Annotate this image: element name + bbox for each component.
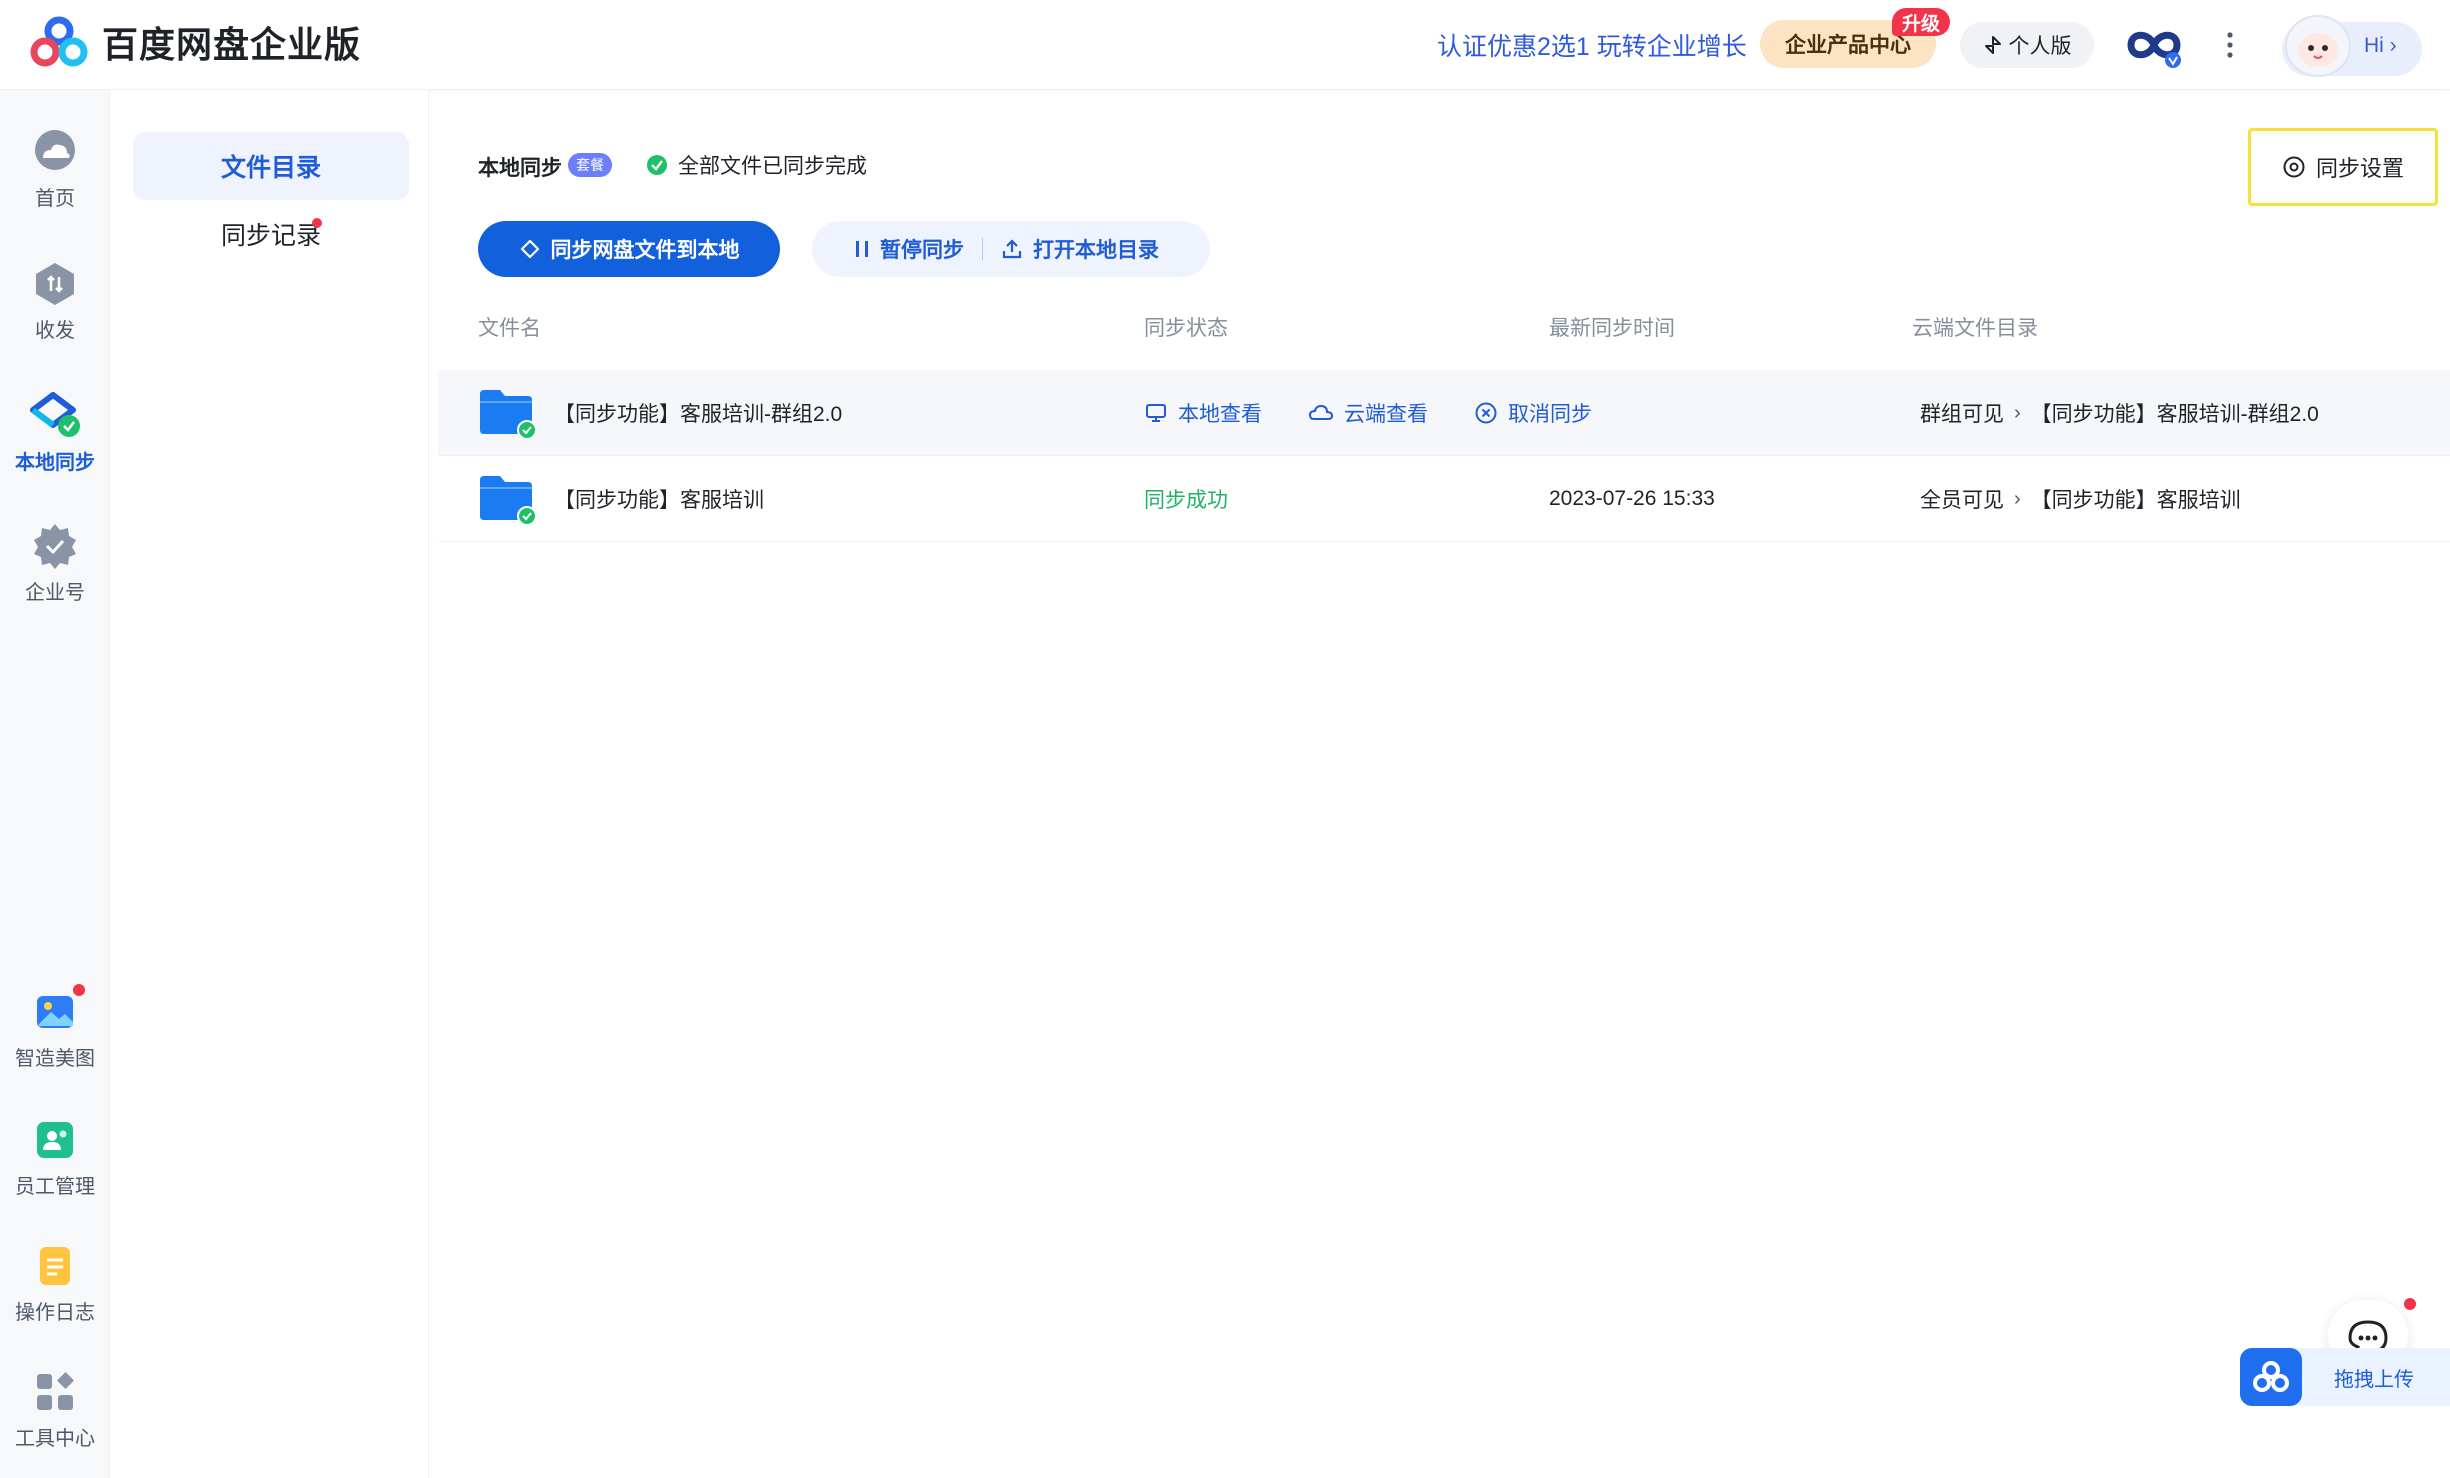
brand-name: 百度网盘企业版 bbox=[102, 24, 362, 65]
rail-label-home: 首页 bbox=[35, 188, 75, 210]
rail-label-enterprise: 企业号 bbox=[25, 582, 85, 604]
monitor-icon bbox=[1146, 404, 1166, 422]
pause-sync-label: 暂停同步 bbox=[880, 239, 964, 262]
subnav-sync-records[interactable]: 同步记录 bbox=[133, 200, 409, 268]
hi-label: Hi › bbox=[2364, 34, 2397, 57]
sync-status: 全部文件已同步完成 bbox=[646, 150, 867, 180]
open-local-folder-label: 打开本地目录 bbox=[1033, 239, 1159, 262]
rail-label-transfer: 收发 bbox=[35, 320, 75, 342]
rail-item-home[interactable]: 首页 bbox=[0, 128, 110, 211]
cloud-folder-path[interactable]: 全员可见 › 【同步功能】客服培训 bbox=[1920, 456, 2241, 542]
package-tag: 套餐 bbox=[568, 153, 612, 177]
rail-item-log[interactable]: 操作日志 bbox=[0, 1242, 110, 1325]
rail-item-image-ai[interactable]: 智造美图 bbox=[0, 988, 110, 1071]
pause-icon bbox=[856, 241, 868, 257]
cloud-folder-name: 【同步功能】客服培训 bbox=[2030, 489, 2241, 512]
drag-upload-button[interactable]: 拖拽上传 bbox=[2240, 1348, 2450, 1406]
synced-folder-icon bbox=[480, 476, 537, 526]
promo-link[interactable]: 认证优惠2选1 玩转企业增长 bbox=[1437, 27, 1747, 63]
sync-control-group: 暂停同步 打开本地目录 bbox=[812, 221, 1210, 277]
rail-label-tools: 工具中心 bbox=[15, 1428, 95, 1450]
top-bar: 百度网盘企业版 认证优惠2选1 玩转企业增长 企业产品中心 升级 个人版 Hi … bbox=[0, 0, 2450, 90]
cloud-scope: 全员可见 bbox=[1920, 489, 2004, 512]
notification-dot bbox=[2404, 1298, 2416, 1310]
notification-dot bbox=[73, 984, 85, 996]
upload-logo-box bbox=[2240, 1348, 2302, 1406]
local-view-link[interactable]: 本地查看 bbox=[1144, 398, 1262, 428]
check-circle-icon bbox=[647, 155, 667, 175]
vip-infinity-icon[interactable] bbox=[2123, 20, 2185, 70]
pause-sync-button[interactable]: 暂停同步 bbox=[854, 234, 964, 264]
log-icon bbox=[40, 1247, 70, 1285]
cancel-sync-link[interactable]: 取消同步 bbox=[1474, 398, 1592, 428]
table-header: 文件名 同步状态 最新同步时间 云端文件目录 bbox=[478, 312, 2438, 342]
personal-edition-label: 个人版 bbox=[2008, 35, 2072, 58]
rail-item-tools[interactable]: 工具中心 bbox=[0, 1368, 110, 1451]
rail-label-log: 操作日志 bbox=[15, 1302, 95, 1324]
column-header-status: 同步状态 bbox=[1144, 317, 1228, 340]
upgrade-badge: 升级 bbox=[1892, 8, 1951, 36]
column-header-cloud-folder: 云端文件目录 bbox=[1912, 317, 2038, 340]
settings-ring-icon bbox=[2283, 156, 2305, 178]
cloud-folder-name: 【同步功能】客服培训-群组2.0 bbox=[2030, 403, 2319, 426]
file-name: 【同步功能】客服培训 bbox=[554, 489, 764, 512]
cloud-home-icon bbox=[35, 130, 75, 170]
tools-icon bbox=[37, 1372, 74, 1410]
baidu-netdisk-logo-icon bbox=[30, 16, 88, 67]
rail-label-staff: 员工管理 bbox=[15, 1176, 95, 1198]
upload-box-icon bbox=[1002, 239, 1022, 259]
chevron-right-icon: › bbox=[2014, 401, 2021, 424]
column-header-filename: 文件名 bbox=[478, 317, 541, 340]
close-circle-icon bbox=[1475, 402, 1497, 424]
column-header-sync-time: 最新同步时间 bbox=[1549, 317, 1675, 340]
netdisk-logo-icon bbox=[2253, 1361, 2289, 1392]
sync-settings-button[interactable]: 同步设置 bbox=[2248, 128, 2438, 206]
cloud-scope: 群组可见 bbox=[1920, 403, 2004, 426]
drag-upload-label: 拖拽上传 bbox=[2334, 1368, 2414, 1391]
rail-item-local-sync[interactable]: 本地同步 bbox=[0, 390, 110, 475]
rail-item-staff[interactable]: 员工管理 bbox=[0, 1116, 110, 1199]
more-vertical-icon[interactable] bbox=[2222, 28, 2238, 62]
switch-icon bbox=[1984, 36, 2001, 54]
subnav-sync-records-label: 同步记录 bbox=[220, 222, 321, 250]
personal-edition-button[interactable]: 个人版 bbox=[1960, 22, 2094, 68]
image-ai-icon bbox=[37, 996, 73, 1028]
cloud-icon bbox=[1308, 404, 1334, 420]
cloud-view-link[interactable]: 云端查看 bbox=[1308, 398, 1428, 428]
synced-folder-icon bbox=[480, 390, 537, 440]
cloud-folder-path[interactable]: 群组可见 › 【同步功能】客服培训-群组2.0 bbox=[1920, 370, 2319, 456]
file-name: 【同步功能】客服培训-群组2.0 bbox=[554, 403, 843, 426]
notification-dot bbox=[312, 218, 322, 228]
avatar[interactable] bbox=[2278, 6, 2358, 82]
main-content: 本地同步 套餐 全部文件已同步完成 同步设置 同步网盘文件到本地 暂停同步 打开… bbox=[430, 90, 2450, 1478]
sync-to-local-button[interactable]: 同步网盘文件到本地 bbox=[478, 221, 780, 277]
sync-diamond-icon bbox=[520, 239, 539, 259]
sync-settings-label: 同步设置 bbox=[2315, 156, 2404, 181]
row-actions: 本地查看 云端查看 取消同步 bbox=[1144, 370, 1638, 456]
staff-icon bbox=[37, 1122, 73, 1158]
transfer-icon bbox=[36, 263, 74, 305]
enterprise-badge-icon bbox=[34, 524, 76, 569]
sync-status-cell: 同步成功 bbox=[1144, 489, 1228, 512]
chevron-right-icon: › bbox=[2014, 487, 2021, 510]
subnav-file-directory[interactable]: 文件目录 bbox=[133, 132, 409, 200]
rail-label-local-sync: 本地同步 bbox=[15, 452, 95, 474]
sync-to-local-label: 同步网盘文件到本地 bbox=[550, 239, 740, 262]
left-rail: 首页 收发 本地同步 企业号 智造美图 员工管理 操作日志 工具中心 bbox=[0, 90, 110, 1478]
brand[interactable]: 百度网盘企业版 bbox=[30, 16, 361, 68]
rail-label-image-ai: 智造美图 bbox=[15, 1048, 95, 1070]
rail-item-transfer[interactable]: 收发 bbox=[0, 260, 110, 343]
rail-item-enterprise[interactable]: 企业号 bbox=[0, 522, 110, 605]
local-sync-icon bbox=[30, 392, 80, 437]
open-local-folder-button[interactable]: 打开本地目录 bbox=[1001, 234, 1159, 264]
divider bbox=[982, 238, 983, 260]
page-title: 本地同步 bbox=[478, 157, 562, 180]
table-row[interactable]: 【同步功能】客服培训-群组2.0 本地查看 云端查看 取消同步 群组可见 › 【… bbox=[438, 370, 2450, 456]
table-row[interactable]: 【同步功能】客服培训 同步成功 2023-07-26 15:33 全员可见 › … bbox=[438, 456, 2450, 542]
sub-nav: 文件目录 同步记录 bbox=[111, 90, 429, 1478]
sync-time-cell: 2023-07-26 15:33 bbox=[1549, 487, 1715, 510]
sync-status-text: 全部文件已同步完成 bbox=[678, 155, 867, 178]
subnav-file-directory-label: 文件目录 bbox=[220, 154, 321, 182]
